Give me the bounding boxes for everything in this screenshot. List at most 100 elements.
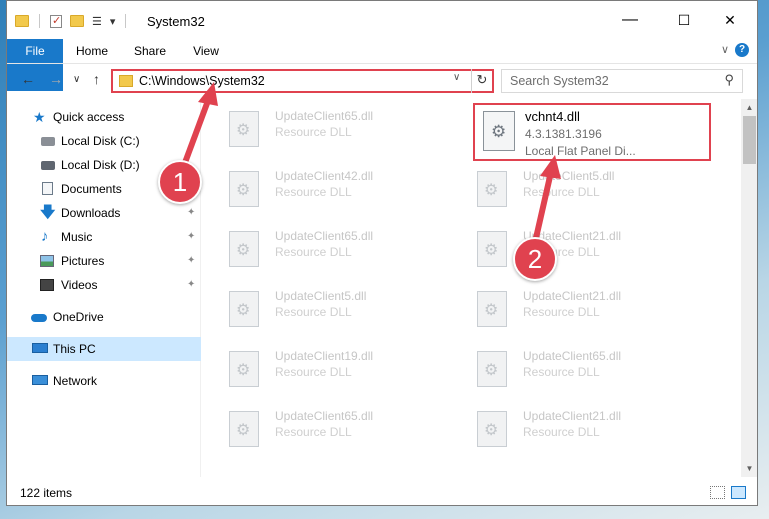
scroll-up-icon[interactable]: ▲ bbox=[741, 99, 757, 116]
dll-file-icon bbox=[229, 111, 259, 147]
address-bar[interactable]: C:\Windows\System32 ∨ ↻ bbox=[111, 69, 494, 93]
back-arrow-icon[interactable]: ← bbox=[21, 71, 35, 87]
sidebar-item-downloads[interactable]: 🡇 Downloads ✦ bbox=[7, 201, 201, 225]
sidebar-item-videos[interactable]: Videos ✦ bbox=[7, 273, 201, 297]
close-button[interactable]: ✕ bbox=[707, 5, 753, 35]
file-name: UpdateClient5.dll bbox=[275, 289, 367, 303]
sidebar-item-label: Music bbox=[61, 230, 93, 244]
sidebar-item-music[interactable]: ♪ Music ✦ bbox=[7, 225, 201, 249]
pin-icon[interactable]: ✦ bbox=[187, 273, 195, 297]
folder-icon[interactable] bbox=[15, 15, 29, 27]
sidebar-item-label: This PC bbox=[53, 342, 96, 356]
tab-share[interactable]: Share bbox=[127, 39, 173, 63]
maximize-button[interactable]: ☐ bbox=[661, 5, 707, 35]
forward-arrow-icon[interactable]: → bbox=[49, 71, 63, 87]
up-arrow-icon[interactable]: ↑ bbox=[93, 71, 100, 87]
file-list: UpdateClient65.dll Resource DLL UpdateCl… bbox=[207, 99, 741, 477]
explorer-window: ☰ ▾ System32 — ☐ ✕ File Home Share View … bbox=[6, 0, 758, 506]
dll-file-icon bbox=[229, 171, 259, 207]
file-name: UpdateClient21.dll bbox=[523, 409, 622, 423]
sidebar-item-this-pc[interactable]: This PC bbox=[7, 337, 201, 361]
recent-locations-icon[interactable]: ∨ bbox=[73, 74, 80, 85]
file-item[interactable]: UpdateClient5.dll Resource DLL bbox=[207, 281, 437, 333]
sidebar-item-network[interactable]: Network bbox=[7, 369, 201, 393]
properties-icon[interactable] bbox=[50, 14, 62, 28]
tab-home[interactable]: Home bbox=[69, 39, 115, 63]
cloud-icon bbox=[31, 314, 47, 322]
file-item[interactable]: UpdateClient65.dll Resource DLL bbox=[455, 341, 685, 393]
scroll-down-icon[interactable]: ▼ bbox=[741, 460, 757, 477]
sidebar-item-label: Pictures bbox=[61, 254, 105, 268]
document-icon bbox=[42, 182, 53, 195]
address-path[interactable]: C:\Windows\System32 bbox=[139, 74, 265, 88]
dll-file-icon bbox=[229, 351, 259, 387]
file-type: Resource DLL bbox=[275, 305, 352, 319]
star-icon: ★ bbox=[33, 109, 46, 125]
file-item-highlighted[interactable]: vchnt4.dll 4.3.1381.3196 Local Flat Pane… bbox=[473, 103, 711, 161]
file-name: vchnt4.dll bbox=[525, 109, 580, 124]
file-item[interactable]: UpdateClient21.dll Resource DLL bbox=[455, 221, 685, 273]
pin-icon[interactable]: ✦ bbox=[187, 225, 195, 249]
file-type: Resource DLL bbox=[275, 365, 352, 379]
network-icon bbox=[32, 375, 48, 385]
dll-file-icon bbox=[477, 171, 507, 207]
callout-badge-2: 2 bbox=[513, 237, 557, 281]
sidebar-item-onedrive[interactable]: OneDrive bbox=[7, 305, 201, 329]
address-dropdown-icon[interactable]: ∨ bbox=[453, 72, 460, 83]
search-icon[interactable]: ⚲ bbox=[724, 72, 734, 88]
address-row: ← → ∨ ↑ C:\Windows\System32 ∨ ↻ Search S… bbox=[7, 63, 757, 97]
expand-ribbon-icon[interactable]: ∨ bbox=[721, 43, 729, 56]
pin-icon[interactable]: ✦ bbox=[187, 249, 195, 273]
sidebar-item-pictures[interactable]: Pictures ✦ bbox=[7, 249, 201, 273]
dll-file-icon bbox=[229, 411, 259, 447]
dll-file-icon bbox=[477, 351, 507, 387]
navigation-pane: ★ Quick access Local Disk (C:) Local Dis… bbox=[7, 99, 201, 477]
sidebar-item-label: Network bbox=[53, 374, 98, 388]
file-item[interactable]: UpdateClient21.dll Resource DLL bbox=[455, 401, 685, 453]
vertical-scrollbar[interactable]: ▲ ▼ bbox=[741, 99, 757, 477]
qat-dropdown-icon[interactable]: ▾ bbox=[110, 15, 116, 28]
dll-file-icon bbox=[477, 411, 507, 447]
dll-file-icon bbox=[477, 231, 507, 267]
file-name: UpdateClient65.dll bbox=[275, 109, 374, 123]
file-item[interactable]: UpdateClient5.dll Resource DLL bbox=[455, 161, 685, 213]
sidebar-item-quick-access[interactable]: ★ Quick access bbox=[7, 105, 201, 129]
scrollbar-thumb[interactable] bbox=[743, 116, 756, 164]
large-icons-view-icon[interactable] bbox=[731, 486, 746, 499]
file-type: Resource DLL bbox=[275, 425, 352, 439]
file-item[interactable]: UpdateClient65.dll Resource DLL bbox=[207, 101, 437, 153]
drive-icon bbox=[41, 161, 55, 170]
file-item[interactable]: UpdateClient42.dll Resource DLL bbox=[207, 161, 437, 213]
minimize-button[interactable]: — bbox=[607, 5, 653, 35]
refresh-icon[interactable]: ↻ bbox=[471, 69, 492, 93]
sidebar-item-label: Quick access bbox=[53, 110, 125, 124]
tab-view[interactable]: View bbox=[183, 39, 229, 63]
sidebar-item-local-disk-c[interactable]: Local Disk (C:) bbox=[7, 129, 201, 153]
computer-icon bbox=[32, 343, 48, 353]
dll-file-icon bbox=[477, 291, 507, 327]
search-box[interactable]: Search System32 ⚲ bbox=[501, 69, 743, 93]
customize-icon[interactable]: ☰ bbox=[92, 15, 102, 28]
item-count: 122 items bbox=[20, 486, 73, 500]
help-icon[interactable]: ? bbox=[735, 43, 749, 57]
file-type: Resource DLL bbox=[275, 245, 352, 259]
file-type: Resource DLL bbox=[523, 185, 600, 199]
file-type: Resource DLL bbox=[275, 125, 352, 139]
file-description: Local Flat Panel Di... bbox=[525, 144, 636, 158]
file-name: UpdateClient21.dll bbox=[523, 289, 622, 303]
sidebar-item-label: Local Disk (D:) bbox=[61, 158, 140, 172]
file-item[interactable]: UpdateClient21.dll Resource DLL bbox=[455, 281, 685, 333]
file-type: Resource DLL bbox=[275, 185, 352, 199]
file-name: UpdateClient65.dll bbox=[523, 349, 622, 363]
dll-file-icon bbox=[229, 291, 259, 327]
file-version: 4.3.1381.3196 bbox=[525, 127, 602, 141]
window-title: System32 bbox=[147, 14, 205, 29]
new-folder-icon[interactable] bbox=[70, 15, 84, 27]
file-item[interactable]: UpdateClient65.dll Resource DLL bbox=[207, 401, 437, 453]
divider bbox=[39, 14, 40, 28]
file-item[interactable]: UpdateClient19.dll Resource DLL bbox=[207, 341, 437, 393]
file-item[interactable]: UpdateClient65.dll Resource DLL bbox=[207, 221, 437, 273]
search-input[interactable]: Search System32 bbox=[510, 74, 609, 88]
details-view-icon[interactable] bbox=[710, 486, 725, 499]
pin-icon[interactable]: ✦ bbox=[187, 201, 195, 225]
